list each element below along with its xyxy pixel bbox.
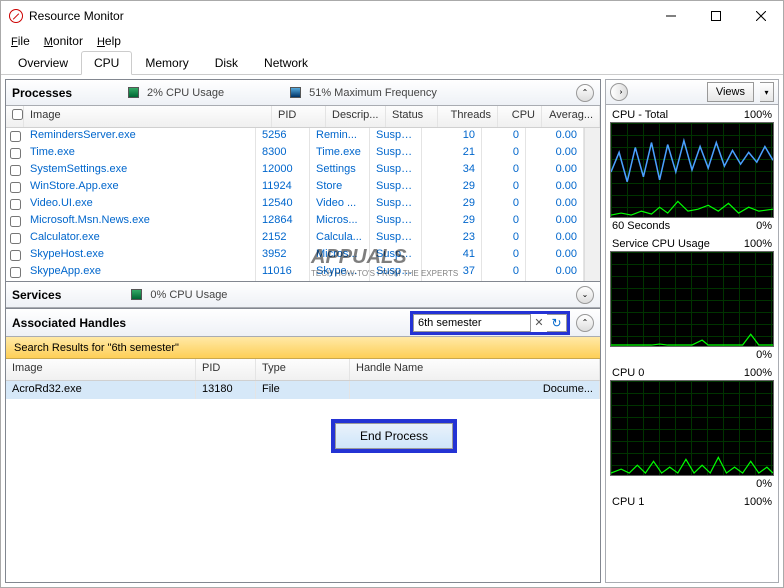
associated-handles-title: Associated Handles <box>12 316 126 330</box>
services-meter-icon <box>131 289 142 300</box>
panel-associated-handles: Associated Handles ✕ ↻ ⌃ Search Results … <box>5 308 601 583</box>
menu-file[interactable]: File <box>11 34 30 48</box>
max-freq-label: 51% Maximum Frequency <box>309 87 437 99</box>
graph2-pct: 100% <box>744 238 772 250</box>
search-results-bar: Search Results for "6th semester" <box>6 337 600 359</box>
process-row[interactable]: SkypeHost.exe3952Micros...Suspe...4100.0… <box>6 247 584 264</box>
handle-row[interactable]: AcroRd32.exe 13180 File Docume... <box>6 381 600 399</box>
col-cpu[interactable]: CPU <box>498 106 542 127</box>
max-freq-meter-icon <box>290 87 301 98</box>
services-title: Services <box>12 288 61 302</box>
col-h-type[interactable]: Type <box>256 359 350 380</box>
menu-help[interactable]: Help <box>97 34 121 48</box>
graph3-title: CPU 0 <box>612 367 644 379</box>
process-row[interactable]: SkypeApp.exe11016SkypeA...Suspe...3700.0… <box>6 264 584 281</box>
col-threads[interactable]: Threads <box>438 106 498 127</box>
cpu-usage-label: 2% CPU Usage <box>147 87 224 99</box>
graph3-pct: 100% <box>744 367 772 379</box>
views-dropdown-icon[interactable]: ▾ <box>760 82 774 102</box>
graph-service-cpu <box>610 251 774 347</box>
close-button[interactable] <box>738 1 783 31</box>
graph1-xr: 0% <box>756 220 772 232</box>
row-checkbox[interactable] <box>10 131 21 142</box>
process-row[interactable]: WinStore.App.exe11924StoreSuspe...2900.0… <box>6 179 584 196</box>
graph-cpu0 <box>610 380 774 476</box>
process-row[interactable]: Calculator.exe2152Calcula...Suspe...2300… <box>6 230 584 247</box>
col-description[interactable]: Descrip... <box>326 106 386 127</box>
services-collapse-button[interactable]: ⌄ <box>576 286 594 304</box>
row-checkbox[interactable] <box>10 233 21 244</box>
col-image[interactable]: Image <box>24 106 272 127</box>
app-icon <box>9 9 23 23</box>
graph2-xr: 0% <box>756 349 772 361</box>
handles-collapse-button[interactable]: ⌃ <box>576 314 594 332</box>
col-status[interactable]: Status <box>386 106 438 127</box>
col-h-image[interactable]: Image <box>6 359 196 380</box>
graph3-xr: 0% <box>756 478 772 490</box>
menubar: File Monitor Help <box>1 31 783 51</box>
maximize-button[interactable] <box>693 1 738 31</box>
col-h-pid[interactable]: PID <box>196 359 256 380</box>
minimize-button[interactable] <box>648 1 693 31</box>
tab-disk[interactable]: Disk <box>202 51 251 75</box>
process-row[interactable]: RemindersServer.exe5256Remin...Suspe...1… <box>6 128 584 145</box>
graph4-pct: 100% <box>744 496 772 508</box>
context-menu-highlight: End Process <box>331 419 457 453</box>
row-checkbox[interactable] <box>10 165 21 176</box>
process-row[interactable]: Video.UI.exe12540Video ...Suspe...2900.0… <box>6 196 584 213</box>
col-average[interactable]: Averag... <box>542 106 600 127</box>
window-title: Resource Monitor <box>29 9 648 23</box>
graph1-xl: 60 Seconds <box>612 220 670 232</box>
process-row[interactable]: Time.exe8300Time.exeSuspe...2100.00 <box>6 145 584 162</box>
processes-body[interactable]: RemindersServer.exe5256Remin...Suspe...1… <box>6 128 584 281</box>
processes-title: Processes <box>12 86 72 100</box>
graph4-title: CPU 1 <box>612 496 644 508</box>
graph-cpu-total <box>610 122 774 218</box>
search-clear-icon[interactable]: ✕ <box>531 316 547 329</box>
tabbar: Overview CPU Memory Disk Network <box>1 51 783 75</box>
row-checkbox[interactable] <box>10 216 21 227</box>
views-button[interactable]: Views <box>707 82 754 102</box>
row-checkbox[interactable] <box>10 199 21 210</box>
row-checkbox[interactable] <box>10 148 21 159</box>
row-checkbox[interactable] <box>10 182 21 193</box>
processes-scrollbar[interactable] <box>584 128 600 281</box>
titlebar: Resource Monitor <box>1 1 783 31</box>
context-menu-end-process[interactable]: End Process <box>335 423 453 449</box>
select-all-checkbox[interactable] <box>12 109 23 120</box>
menu-monitor[interactable]: Monitor <box>44 34 83 48</box>
tab-network[interactable]: Network <box>251 51 321 75</box>
handles-search-highlight: ✕ ↻ <box>410 311 570 335</box>
graph1-title: CPU - Total <box>612 109 668 121</box>
search-go-button[interactable]: ↻ <box>547 314 567 332</box>
process-row[interactable]: SystemSettings.exe12000SettingsSuspe...3… <box>6 162 584 179</box>
row-checkbox[interactable] <box>10 250 21 261</box>
graphs-header: ⌄ Views ▾ <box>605 79 779 105</box>
services-cpu-label: 0% CPU Usage <box>150 289 227 301</box>
col-pid[interactable]: PID <box>272 106 326 127</box>
tab-overview[interactable]: Overview <box>5 51 81 75</box>
panel-services: Services 0% CPU Usage ⌄ <box>5 281 601 309</box>
graph2-title: Service CPU Usage <box>612 238 710 250</box>
col-h-handle[interactable]: Handle Name <box>350 359 600 380</box>
process-row[interactable]: Microsoft.Msn.News.exe12864Micros...Susp… <box>6 213 584 230</box>
panel-processes: Processes 2% CPU Usage 51% Maximum Frequ… <box>5 79 601 282</box>
handles-search-input[interactable] <box>413 314 531 332</box>
graphs-collapse-button[interactable]: ⌄ <box>610 83 628 101</box>
tab-memory[interactable]: Memory <box>132 51 201 75</box>
tab-cpu[interactable]: CPU <box>81 51 132 75</box>
processes-collapse-button[interactable]: ⌃ <box>576 84 594 102</box>
graph1-pct: 100% <box>744 109 772 121</box>
processes-header: Image PID Descrip... Status Threads CPU … <box>6 106 600 128</box>
cpu-usage-meter-icon <box>128 87 139 98</box>
row-checkbox[interactable] <box>10 267 21 278</box>
